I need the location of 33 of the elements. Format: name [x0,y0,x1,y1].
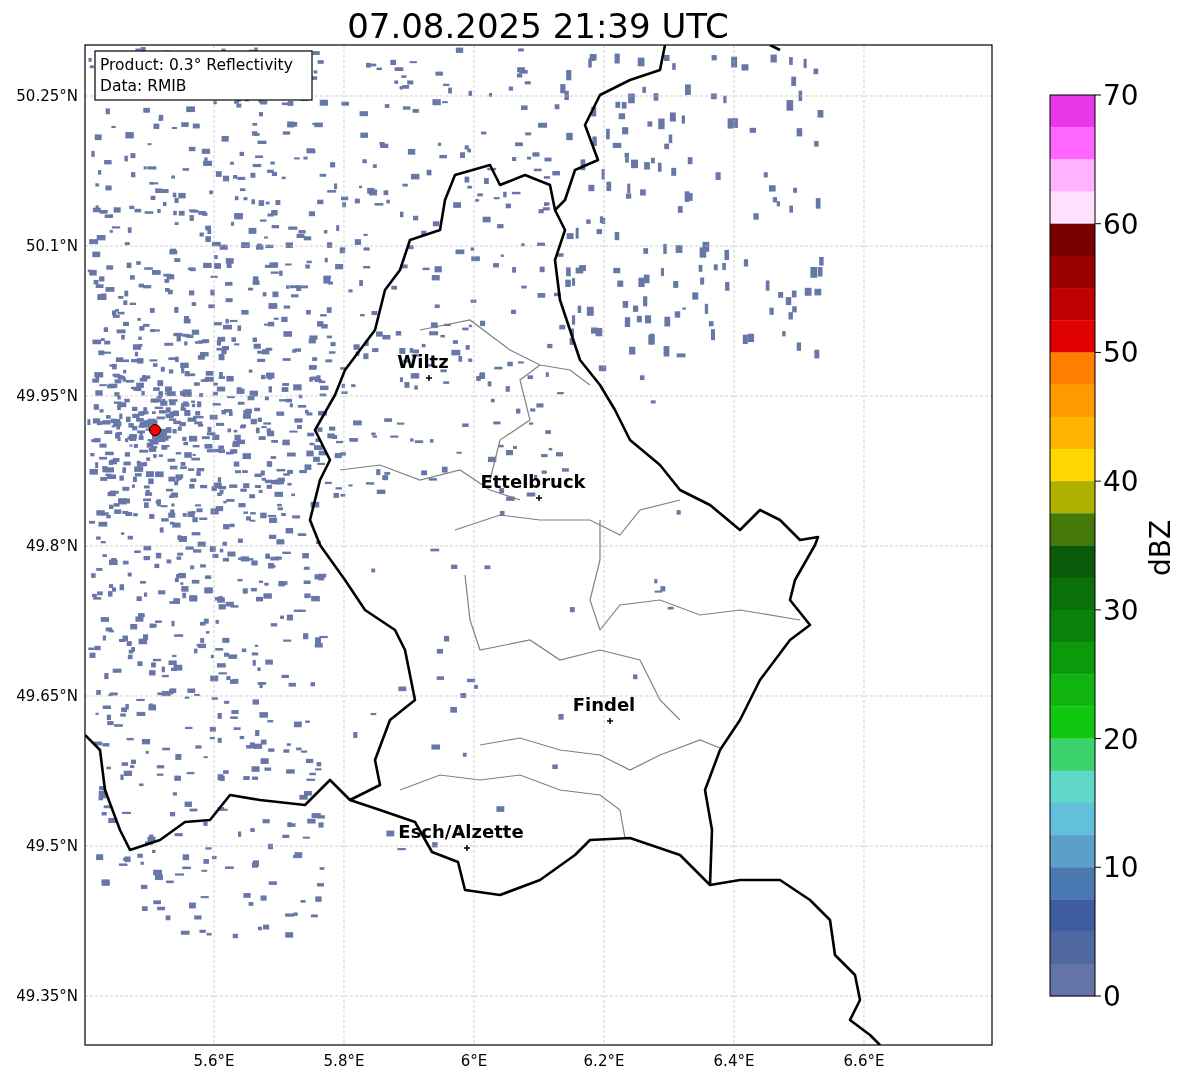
colorbar-tick-label: 70 [1103,79,1139,112]
city-label: Wiltz [397,351,449,372]
axis-tick-label: 49.8°N [25,537,78,555]
axis-tick-label: 5.8°E [323,1052,365,1070]
city-label: Ettelbruck [480,471,586,492]
colorbar-tick-label: 0 [1103,980,1121,1013]
info-text: Product: 0.3° Reflectivity [100,56,293,74]
axis-tick-label: 50.25°N [16,87,78,105]
axis-tick-label: 49.95°N [16,387,78,405]
axis-tick-label: 6.4°E [713,1052,755,1070]
colorbar-label: dBZ [1144,519,1177,577]
axis-tick-label: 49.65°N [16,687,78,705]
axis-tick-label: 6.6°E [843,1052,885,1070]
colorbar-tick-label: 50 [1103,336,1139,370]
axis-tick-label: 50.1°N [25,237,78,255]
colorbar-tick-label: 60 [1103,207,1139,241]
info-text: Data: RMIB [100,77,187,95]
axis-tick-label: 49.5°N [25,837,78,855]
colorbar-tick-label: 30 [1103,593,1139,627]
colorbar-tick-label: 40 [1103,465,1139,499]
axis-tick-label: 5.6°E [193,1052,235,1070]
radar-site-marker [149,424,161,436]
axis-tick-label: 6.2°E [583,1052,625,1070]
colorbar-tick-label: 20 [1103,722,1139,756]
city-label: Findel [572,694,636,715]
city-marker-icon [535,494,543,502]
city-marker-icon [463,844,471,852]
axis-tick-label: 6°E [460,1052,488,1070]
colorbar-tick-label: 10 [1103,851,1139,885]
city-marker-icon [606,717,614,725]
city-marker-icon [425,374,433,382]
axis-tick-label: 49.35°N [16,987,78,1005]
chart-title: 07.08.2025 21:39 UTC [347,6,729,46]
